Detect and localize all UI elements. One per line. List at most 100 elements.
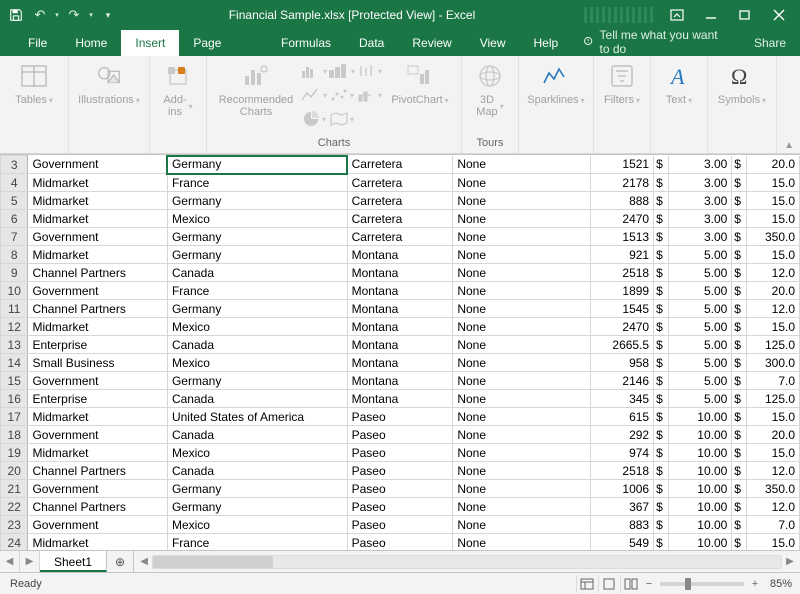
cell[interactable]: 10.00 [668,444,731,462]
cell[interactable]: 350.0 [747,228,800,246]
cell[interactable]: $ [732,156,747,174]
cell[interactable]: None [453,480,590,498]
table-row[interactable]: 18GovernmentCanadaPaseoNone292$10.00$20.… [1,426,800,444]
row-header[interactable]: 4 [1,174,28,192]
cell[interactable]: United States of America [167,408,347,426]
cell[interactable]: $ [732,372,747,390]
cell[interactable]: Canada [167,264,347,282]
table-row[interactable]: 6MidmarketMexicoCarreteraNone2470$3.00$1… [1,210,800,228]
cell[interactable]: $ [654,372,669,390]
cell[interactable]: Government [28,480,168,498]
sheet-nav-next-icon[interactable]: ▶ [20,551,40,572]
cell[interactable]: None [453,282,590,300]
sparklines-button[interactable]: Sparklines▾ [525,60,587,108]
cell[interactable]: 20.0 [747,426,800,444]
cell[interactable]: Government [28,516,168,534]
table-row[interactable]: 22Channel PartnersGermanyPaseoNone367$10… [1,498,800,516]
cell[interactable]: 5.00 [668,354,731,372]
row-header[interactable]: 5 [1,192,28,210]
cell[interactable]: Paseo [347,534,453,551]
cell[interactable]: Carretera [347,156,453,174]
cell[interactable]: Channel Partners [28,264,168,282]
cell[interactable]: 12.0 [747,300,800,318]
cell[interactable]: 10.00 [668,498,731,516]
cell[interactable]: France [167,282,347,300]
cell[interactable]: Channel Partners [28,300,168,318]
cell[interactable]: Paseo [347,408,453,426]
tables-button[interactable]: Tables▾ [6,60,62,108]
cell[interactable]: Carretera [347,228,453,246]
cell[interactable]: Montana [347,282,453,300]
cell[interactable]: Germany [167,480,347,498]
close-icon[interactable] [762,3,796,27]
cell[interactable]: 2470 [590,210,653,228]
zoom-in-icon[interactable]: + [748,578,762,590]
cell[interactable]: Mexico [167,354,347,372]
cell[interactable]: $ [732,354,747,372]
table-row[interactable]: 15GovernmentGermanyMontanaNone2146$5.00$… [1,372,800,390]
tell-me-search[interactable]: Tell me what you want to do [572,28,740,56]
cell[interactable]: 292 [590,426,653,444]
cell[interactable]: $ [654,498,669,516]
cell[interactable]: Midmarket [28,246,168,264]
cell[interactable]: $ [732,282,747,300]
cell[interactable]: $ [654,228,669,246]
worksheet-grid[interactable]: 3GovernmentGermanyCarreteraNone1521$3.00… [0,154,800,550]
combo-chart-icon[interactable]: ▾ [357,84,383,106]
row-header[interactable]: 19 [1,444,28,462]
line-chart-icon[interactable]: ▾ [301,84,327,106]
cell[interactable]: Montana [347,372,453,390]
cell[interactable]: 5.00 [668,264,731,282]
row-header[interactable]: 13 [1,336,28,354]
cell[interactable]: 15.0 [747,318,800,336]
cell[interactable]: $ [654,174,669,192]
normal-view-icon[interactable] [576,575,598,593]
table-row[interactable]: 9Channel PartnersCanadaMontanaNone2518$5… [1,264,800,282]
cell[interactable]: Canada [167,336,347,354]
table-row[interactable]: 14Small BusinessMexicoMontanaNone958$5.0… [1,354,800,372]
illustrations-button[interactable]: Illustrations▾ [75,60,143,108]
table-row[interactable]: 17MidmarketUnited States of AmericaPaseo… [1,408,800,426]
cell[interactable]: Government [28,156,168,174]
row-header[interactable]: 11 [1,300,28,318]
tab-page-layout[interactable]: Page Layout [179,30,267,56]
cell[interactable]: $ [654,210,669,228]
cell[interactable]: 2518 [590,264,653,282]
tab-help[interactable]: Help [520,30,573,56]
cell[interactable]: Germany [167,156,347,174]
minimize-icon[interactable] [694,3,728,27]
cell[interactable]: Germany [167,192,347,210]
cell[interactable]: 12.0 [747,498,800,516]
tab-review[interactable]: Review [398,30,465,56]
cell[interactable]: Paseo [347,480,453,498]
cell[interactable]: Enterprise [28,336,168,354]
cell[interactable]: 5.00 [668,318,731,336]
cell[interactable]: 15.0 [747,192,800,210]
row-header[interactable]: 24 [1,534,28,551]
cell[interactable]: 1513 [590,228,653,246]
cell[interactable]: Carretera [347,210,453,228]
cell[interactable]: None [453,462,590,480]
cell[interactable]: $ [654,336,669,354]
cell[interactable]: Government [28,228,168,246]
cell[interactable]: Mexico [167,516,347,534]
cell[interactable]: $ [732,534,747,551]
cell[interactable]: 15.0 [747,174,800,192]
cell[interactable]: 20.0 [747,282,800,300]
cell[interactable]: 958 [590,354,653,372]
row-header[interactable]: 3 [1,156,28,174]
cell[interactable]: $ [732,192,747,210]
cell[interactable]: None [453,354,590,372]
cell[interactable]: 10.00 [668,534,731,551]
maximize-icon[interactable] [728,3,762,27]
scatter-chart-icon[interactable]: ▾ [329,84,355,106]
cell[interactable]: $ [732,210,747,228]
cell[interactable]: 345 [590,390,653,408]
tab-formulas[interactable]: Formulas [267,30,345,56]
cell[interactable]: 549 [590,534,653,551]
cell[interactable]: $ [654,246,669,264]
cell[interactable]: Carretera [347,192,453,210]
cell[interactable]: $ [654,192,669,210]
zoom-out-icon[interactable]: − [642,578,656,590]
text-button[interactable]: A Text▾ [657,60,701,108]
